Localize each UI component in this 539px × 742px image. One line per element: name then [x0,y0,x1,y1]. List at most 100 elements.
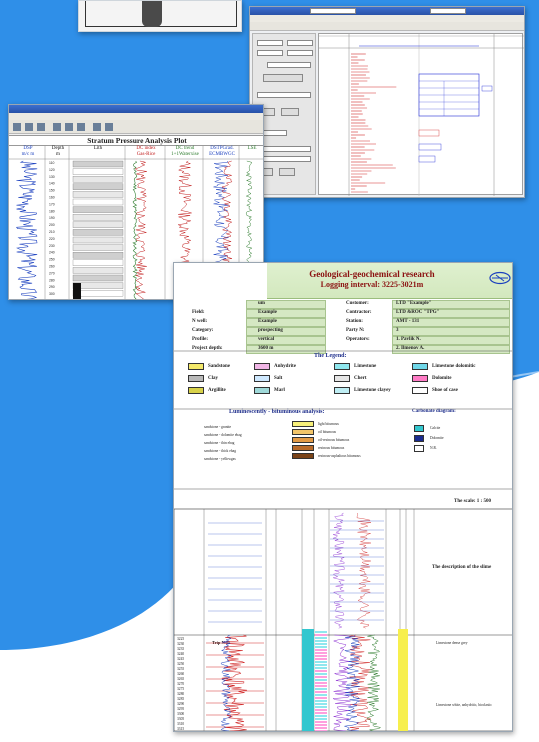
lithology-cell [72,252,124,259]
description-block: Limestone dense grey [436,641,468,645]
apply-button[interactable] [263,74,303,82]
lithology-band [315,676,327,678]
depth-tick: 110 [49,161,55,165]
toolbar [250,8,524,31]
plot-svg [319,34,524,196]
core-sample-image [142,1,162,27]
log-curve [366,634,382,731]
param-field-1[interactable] [257,40,283,46]
yellow-column [398,629,408,731]
param-field-5[interactable] [267,62,311,68]
lithology-dark [73,283,81,299]
lithology-band [315,730,327,731]
depth-tick: 280 [49,278,55,282]
depth-label: 3300 [177,712,185,716]
plot-title: Stratum Pressure Analysis Plot [9,135,263,146]
depth-tick: 220 [49,237,55,241]
well-log-plot [318,33,524,196]
depth-tick: 190 [49,216,55,220]
depth-label: 3245 [177,657,185,661]
lithology-cell [72,244,124,251]
param-field-9[interactable] [257,156,311,162]
depth-tick: 270 [49,271,55,275]
depth-tick: 260 [49,265,55,269]
depth-tick: 160 [49,196,55,200]
depth-label: 3280 [177,692,185,696]
depth-label: 3240 [177,652,185,656]
depth-label: 3255 [177,667,185,671]
toolbar [9,120,263,134]
depth-tick: 180 [49,209,55,213]
log-trace [132,160,138,299]
depth-label: 3310 [177,722,185,726]
lithology-band [315,727,327,729]
param-field-6[interactable] [257,92,311,98]
lithology-band [315,679,327,681]
lithology-band [315,724,327,726]
depth-label: 3250 [177,662,185,666]
lithology-band [315,700,327,702]
photo-card [78,0,242,32]
lithology-cell [72,183,124,190]
lithology-band [315,694,327,696]
right-button[interactable] [281,108,299,116]
lithology-cell [72,229,124,236]
param-field-8[interactable] [257,146,311,152]
param-field-2[interactable] [287,40,313,46]
cancel-button[interactable] [279,168,295,176]
depth-tick: 240 [49,251,55,255]
depth-tick: 150 [49,189,55,193]
lithology-band [315,664,327,666]
lithology-cell [72,236,124,244]
lithology-cell [72,221,124,228]
lithology-cell [72,274,124,282]
lithology-band [315,646,327,648]
depth-label: 3235 [177,647,185,651]
log-curve [221,634,248,731]
log-trace [16,160,38,299]
lithology-cell [72,206,124,213]
window-title-bar [250,7,524,15]
param-field-3[interactable] [257,50,283,56]
depth-tick: 120 [49,168,55,172]
log-curve [332,634,352,731]
depth-label: 3275 [177,687,185,691]
lithology-cell [72,267,124,274]
depth-label: 3295 [177,707,185,711]
lithology-band [315,718,327,720]
lithology-cell [72,191,124,198]
lithology-band [315,643,327,645]
depth-tick: 230 [49,244,55,248]
description-block: Limestone white, anhydritic, bioclastic [436,703,492,707]
depth-label: 3260 [177,672,185,676]
param-field-4[interactable] [287,50,313,56]
report-log-tracks [174,350,512,731]
depth-label: 3270 [177,682,185,686]
depth-label: 3230 [177,642,185,646]
analysis-window [249,6,525,198]
depth-tick: 250 [49,258,55,262]
menu-bar[interactable] [9,113,263,120]
collage: Stratum Pressure Analysis Plot DSP m/c mD… [0,0,539,742]
toolbar-field[interactable] [430,8,466,14]
red-trace-lines [351,53,397,193]
carbonate-column [302,629,314,731]
depth-tick: 210 [49,230,55,234]
geochemical-report: Geological-geochemical research Logging … [173,262,513,732]
menu-bar[interactable] [250,15,524,22]
lithology-band [315,649,327,651]
log-trace [134,160,148,299]
depth-tick: 140 [49,182,55,186]
toolbar-select[interactable] [310,8,356,14]
toolbar-icons[interactable] [9,120,264,134]
lithology-band [315,655,327,657]
depth-tick: 300 [49,292,55,296]
depth-label: 3290 [177,702,185,706]
lithology-band [315,688,327,690]
lithology-cell [72,168,124,175]
depth-tick: 130 [49,175,55,179]
depth-label: 3305 [177,717,185,721]
lithology-band [315,682,327,684]
lithology-cell [72,198,124,206]
depth-label: 3265 [177,677,185,681]
